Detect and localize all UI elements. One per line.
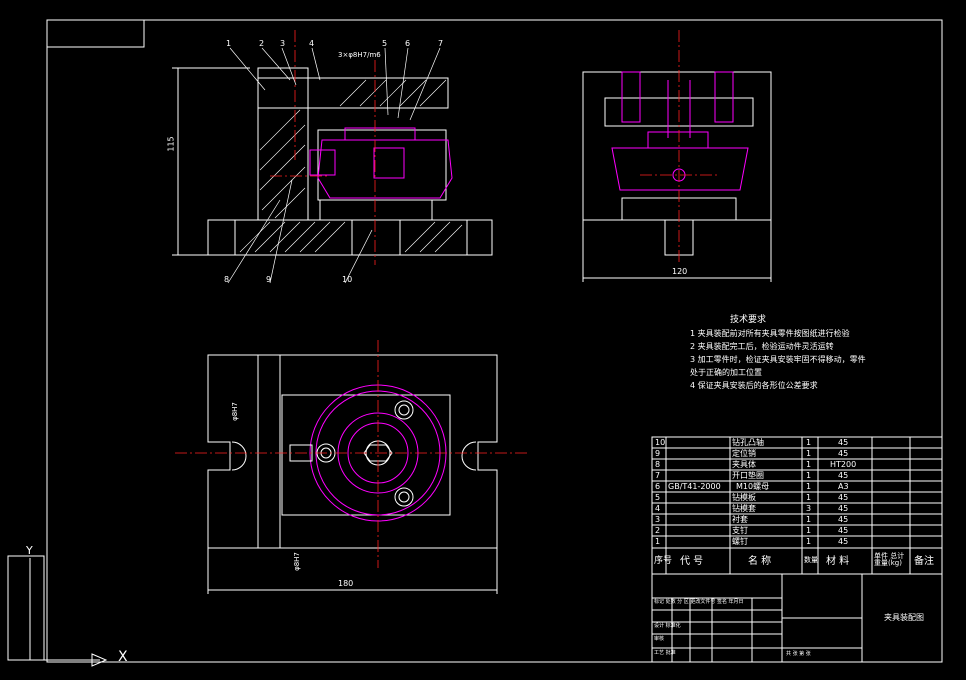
dim-fit-bottom: φ8H7 xyxy=(292,552,301,571)
bom-qty: 1 xyxy=(806,449,812,458)
bom-no: 1 xyxy=(655,537,661,546)
part-label-2: 2 xyxy=(259,39,265,48)
bom-material: 45 xyxy=(838,449,849,458)
tech-req-item: 3 加工零件时，检证夹具安装牢固不得移动，零件 xyxy=(690,355,866,364)
ucs-y-label: Y xyxy=(26,544,33,557)
bom-name: M10螺母 xyxy=(736,482,770,491)
sheet-frame xyxy=(46,19,943,663)
top-view xyxy=(207,354,498,594)
tech-req-title: 技术要求 xyxy=(730,315,767,325)
bom-no: 4 xyxy=(655,504,661,513)
bom-name: 钻模板 xyxy=(732,493,756,502)
bom-code: GB/T41-2000 xyxy=(668,482,721,491)
bom-header-weight: 单件 总计 重量(kg) xyxy=(874,552,905,567)
title-block-row: 设计 标准化 xyxy=(654,623,681,629)
bom-header-material: 材 料 xyxy=(826,556,850,567)
part-label-3: 3 xyxy=(280,39,286,48)
front-view-hatch xyxy=(239,79,463,253)
part-label-4: 4 xyxy=(309,39,315,48)
dim-width-180: 180 xyxy=(338,579,354,588)
tech-req-item: 2 夹具装配完工后，检验运动件灵活运转 xyxy=(690,342,834,351)
bom-name: 开口垫圈 xyxy=(732,471,764,480)
bom-name: 定位销 xyxy=(732,449,756,458)
top-view-centerlines xyxy=(175,340,528,568)
bom-material: 45 xyxy=(838,526,849,535)
dim-fit-top: 3×φ8H7/m6 xyxy=(338,51,381,59)
bom-no: 3 xyxy=(655,515,661,524)
title-block-row: 工艺 批准 xyxy=(654,650,676,656)
bom-material: 45 xyxy=(838,438,849,447)
bom-no: 10 xyxy=(655,438,666,447)
bom-material: 45 xyxy=(838,515,849,524)
bom-no: 6 xyxy=(655,482,661,491)
bom-no: 7 xyxy=(655,471,661,480)
bom-qty: 1 xyxy=(806,482,812,491)
bom-header-no: 序号 xyxy=(654,556,673,566)
bom-header-code: 代 号 xyxy=(680,556,704,567)
title-block-row: 标记 处数 分 区 更改文件号 签名 年月日 xyxy=(654,599,744,605)
bom-qty: 1 xyxy=(806,471,812,480)
part-label-9: 9 xyxy=(266,275,272,284)
bom-name: 衬套 xyxy=(732,515,748,524)
bom-qty: 1 xyxy=(806,438,812,447)
bom-material: 45 xyxy=(838,537,849,546)
part-label-8: 8 xyxy=(224,275,230,284)
tech-req-item: 处于正确的加工位置 xyxy=(690,368,762,377)
bom-name: 钻孔凸轴 xyxy=(732,438,764,447)
bom-name: 夹具体 xyxy=(732,460,756,469)
bom-material: 45 xyxy=(838,504,849,513)
dim-height-115: 115 xyxy=(166,136,176,152)
part-label-1: 1 xyxy=(226,39,232,48)
bom-name: 钻模套 xyxy=(732,504,756,513)
bom-material: HT200 xyxy=(830,460,857,469)
dim-fit-left: φ8H7 xyxy=(230,402,239,421)
side-view-workpiece xyxy=(611,71,749,191)
bom-name: 螺钉 xyxy=(732,537,748,546)
part-label-6: 6 xyxy=(405,39,411,48)
bom-qty: 1 xyxy=(806,515,812,524)
bom-no: 2 xyxy=(655,526,661,535)
bom-qty: 1 xyxy=(806,537,812,546)
bom-name: 支钉 xyxy=(732,526,748,535)
bom-header-qty: 数量 xyxy=(804,556,818,564)
bom-qty: 1 xyxy=(806,526,812,535)
cad-drawing-canvas[interactable] xyxy=(0,0,966,680)
bom-qty: 1 xyxy=(806,493,812,502)
bom-table-grid xyxy=(651,436,943,663)
bom-no: 9 xyxy=(655,449,661,458)
front-view-leaders xyxy=(227,47,441,284)
tech-req-item: 4 保证夹具安装后的各形位公差要求 xyxy=(690,381,818,390)
bom-material: 45 xyxy=(838,493,849,502)
front-view-workpiece xyxy=(309,127,453,199)
ucs-x-label: X xyxy=(118,649,128,665)
part-label-5: 5 xyxy=(382,39,388,48)
bom-header-name: 名 称 xyxy=(748,556,772,567)
dim-width-120: 120 xyxy=(672,267,688,276)
ucs-icon xyxy=(7,555,108,667)
part-label-7: 7 xyxy=(438,39,444,48)
bom-material: 45 xyxy=(838,471,849,480)
bom-qty: 3 xyxy=(806,504,812,513)
title-block-row: 审核 xyxy=(654,636,665,642)
tech-req-item: 1 夹具装配前对所有夹具零件按图纸进行检验 xyxy=(690,329,850,338)
title-block-sheet: 共 张 第 张 xyxy=(786,651,811,657)
bom-qty: 1 xyxy=(806,460,812,469)
drawing-title: 夹具装配图 xyxy=(884,613,924,622)
part-label-10: 10 xyxy=(342,275,353,284)
bom-no: 5 xyxy=(655,493,661,502)
front-view xyxy=(172,67,493,256)
bom-header-note: 备注 xyxy=(914,556,934,567)
bom-material: A3 xyxy=(838,482,849,491)
bom-no: 8 xyxy=(655,460,661,469)
